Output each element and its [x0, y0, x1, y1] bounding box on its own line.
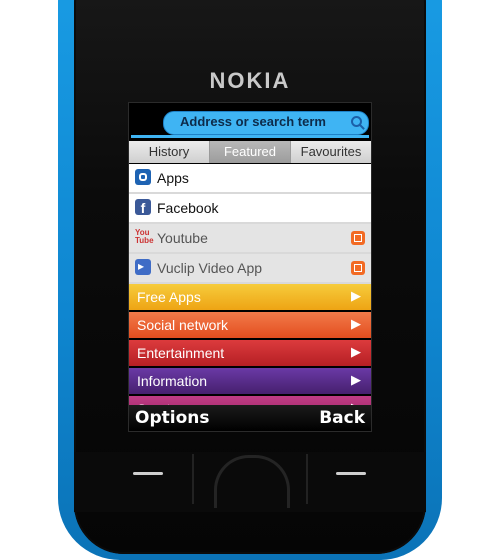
list-item-label: Facebook: [157, 200, 219, 216]
list-item-youtube[interactable]: You Tube Youtube: [129, 224, 371, 254]
phone-screen: Address or search term History Featured …: [128, 102, 372, 432]
category-label: Information: [137, 373, 208, 389]
apps-icon: [135, 169, 151, 185]
chevron-right-icon: ▶: [351, 372, 361, 387]
list-item-vuclip[interactable]: Vuclip Video App: [129, 254, 371, 284]
right-softkey-button[interactable]: [336, 472, 366, 475]
list-item-label: Apps: [157, 170, 189, 186]
list-item-label: Youtube: [157, 230, 208, 246]
category-social-network[interactable]: Social network ▶: [129, 312, 371, 338]
left-softkey-button[interactable]: [133, 472, 163, 475]
tab-featured[interactable]: Featured: [210, 141, 291, 163]
options-softkey[interactable]: Options: [135, 408, 209, 428]
chevron-right-icon: ▶: [351, 288, 361, 303]
tab-favourites[interactable]: Favourites: [291, 141, 371, 163]
youtube-icon: You Tube: [135, 228, 154, 245]
chevron-right-icon: ▶: [351, 316, 361, 331]
facebook-icon: f: [135, 199, 151, 216]
softkey-bar: Options Back: [129, 405, 371, 431]
address-input[interactable]: Address or search term: [163, 111, 369, 135]
tab-history[interactable]: History: [129, 141, 210, 163]
vuclip-icon: [135, 259, 151, 275]
chevron-right-icon: ▶: [351, 344, 361, 359]
address-underline: [131, 135, 369, 138]
back-softkey[interactable]: Back: [319, 408, 365, 428]
category-entertainment[interactable]: Entertainment ▶: [129, 340, 371, 366]
category-information[interactable]: Information ▶: [129, 368, 371, 394]
category-label: Free Apps: [137, 289, 201, 305]
store-badge-icon: [351, 261, 365, 275]
brand-logo: NOKIA: [209, 68, 291, 93]
list-item-apps[interactable]: Apps: [129, 164, 371, 194]
tab-bar: History Featured Favourites: [129, 141, 371, 163]
keypad-divider: [306, 454, 308, 504]
featured-list: Apps f Facebook YouTube Youtube Vuclip V…: [129, 164, 371, 424]
address-placeholder: Address or search term: [180, 114, 326, 129]
search-icon[interactable]: [351, 116, 362, 127]
store-badge-icon: [351, 231, 365, 245]
list-item-label: Vuclip Video App: [157, 260, 263, 276]
address-bar: Address or search term: [131, 107, 369, 139]
keypad-divider: [192, 454, 194, 504]
category-label: Entertainment: [137, 345, 225, 361]
list-item-facebook[interactable]: f Facebook: [129, 194, 371, 224]
category-free-apps[interactable]: Free Apps ▶: [129, 284, 371, 310]
category-label: Social network: [137, 317, 229, 333]
